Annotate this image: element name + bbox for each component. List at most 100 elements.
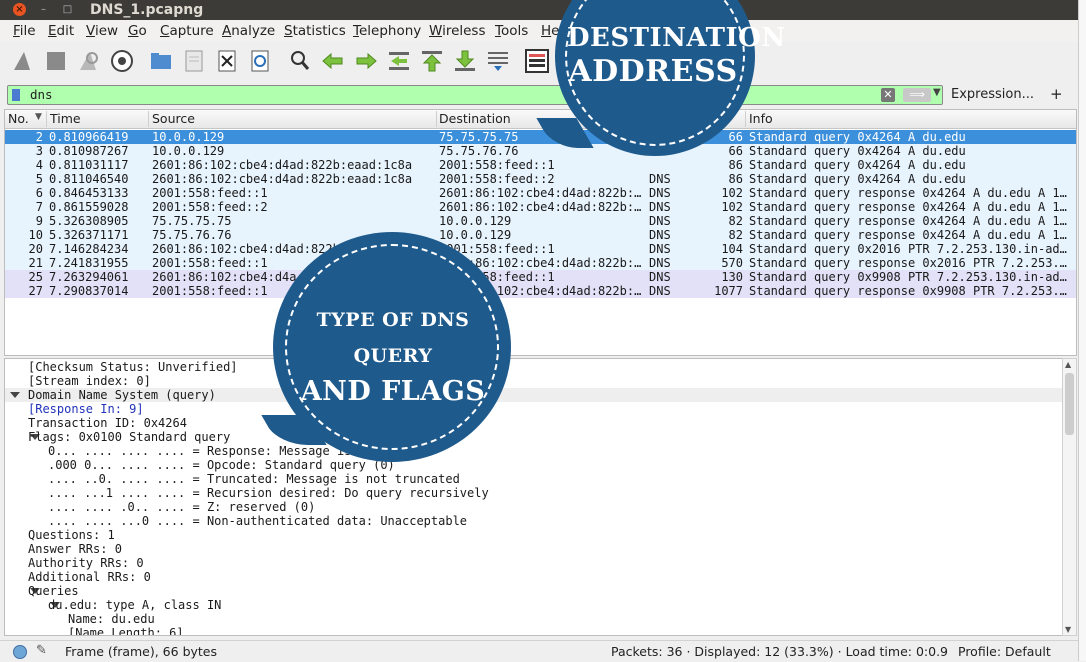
menu-go[interactable]: Go [128,23,147,39]
tree-item[interactable]: Transaction ID: 0x4264 [28,416,187,430]
expression-button[interactable]: Expression... [951,87,1034,102]
menu-view[interactable]: View [86,23,118,39]
status-frame-info: Frame (frame), 66 bytes [65,644,218,659]
packet-row[interactable]: 7 0.861559028 2001:558:feed::2 2601:86:102:… [5,200,1076,214]
packet-row[interactable]: 9 5.326308905 75.75.75.75 10.0.0.129 DNS 82 St… [5,214,1076,228]
tree-item[interactable]: Answer RRs: 0 [28,542,122,556]
window-maximize-button[interactable]: □ [61,3,74,16]
menu-tools[interactable]: Tools [495,23,528,39]
cell-info: Standard query response 0x4264 A du.edu … [749,200,1067,214]
menu-analyze[interactable]: Analyze [222,23,275,39]
window-close-button[interactable]: × [13,3,26,16]
cell-time: 0.861559028 [49,200,129,214]
cell-no: 21 [28,256,43,270]
tree-item[interactable]: [Checksum Status: Unverified] [28,360,238,374]
expert-info-icon[interactable] [13,645,27,659]
cell-proto: DNS [649,214,671,228]
cell-no: 25 [28,270,43,284]
callout-dns-line1: TYPE OF DNS QUERY [316,309,470,367]
restart-capture-icon[interactable] [76,48,102,74]
menu-statistics[interactable]: Statistics [284,23,346,39]
bookmark-icon[interactable] [12,89,20,101]
menu-edit[interactable]: Edit [48,23,74,39]
find-packet-icon[interactable] [287,48,313,74]
open-file-icon[interactable] [148,48,174,74]
tree-item[interactable]: [Stream index: 0] [28,374,151,388]
first-packet-icon[interactable] [419,48,445,74]
menu-capture[interactable]: Capture [160,23,214,39]
stop-capture-icon[interactable] [43,48,69,74]
cell-time: 7.241831955 [49,256,129,270]
cell-proto: DNS [649,256,671,270]
tree-item[interactable]: Queries [28,584,79,598]
go-forward-icon[interactable] [353,48,379,74]
close-file-icon[interactable] [214,48,240,74]
display-filter-input[interactable]: dns ✕ ⟹ ▼ [7,85,943,105]
tree-item[interactable]: .... ...1 .... .... = Recursion desired:… [48,486,489,500]
column-header-destination[interactable]: Destination [439,111,511,126]
cell-src: 2601:86:102:cbe4:d4ad:822b:eaad:1c8a [152,172,413,186]
cell-info: Standard query 0x9908 PTR 7.2.253.130.in… [749,270,1067,284]
capture-comment-icon[interactable]: ✎ [36,643,47,658]
cell-dst: 10.0.0.129 [439,214,512,228]
tree-item[interactable]: [Name Length: 6] [68,626,184,635]
packet-row[interactable]: 27 7.290837014 2001:558:feed::1 2601:86:102… [5,284,1076,298]
filter-dropdown-icon[interactable]: ▼ [933,87,941,98]
cell-time: 5.326308905 [49,214,129,228]
go-back-icon[interactable] [320,48,346,74]
cell-info: Standard query response 0x2016 PTR 7.2.2… [749,256,1067,270]
tree-item[interactable]: Flags: 0x0100 Standard query [28,430,230,444]
cell-time: 5.326371171 [49,228,129,242]
cell-time: 0.810987267 [49,144,129,158]
packet-row[interactable]: 20 7.146284234 2601:86:102:cbe4:d4ad:822b 2… [5,242,1076,256]
menu-wireless[interactable]: Wireless [429,23,486,39]
tree-item[interactable]: .... .... ...0 .... = Non-authenticated … [48,514,467,528]
go-to-packet-icon[interactable] [386,48,412,74]
shark-fin-start-icon[interactable] [10,48,36,74]
save-file-icon[interactable] [181,48,207,74]
menu-file[interactable]: File [13,23,36,39]
cell-proto: DNS [649,284,671,298]
details-scrollbar-thumb[interactable] [1065,373,1074,435]
tree-item[interactable]: du.edu: type A, class IN [48,598,221,612]
capture-options-icon[interactable] [109,48,135,74]
tree-item[interactable]: Questions: 1 [28,528,115,542]
cell-no: 2 [35,130,43,144]
tree-item[interactable]: Authority RRs: 0 [28,556,144,570]
menu-telephony[interactable]: Telephony [353,23,421,39]
tree-item[interactable]: .... .... .0.. .... = Z: reserved (0) [48,500,315,514]
packet-row[interactable]: 6 0.846453133 2001:558:feed::1 2601:86:102:… [5,186,1076,200]
cell-len: 102 [721,186,743,200]
packet-row[interactable]: 25 7.263294061 2601:86:102:cbe4:d4a 2001:55… [5,270,1076,284]
tree-item[interactable]: Name: du.edu [68,612,155,626]
tree-item[interactable]: Additional RRs: 0 [28,570,151,584]
packet-row[interactable]: 10 5.326371171 75.75.76.76 10.0.0.129 DNS 82 S… [5,228,1076,242]
window-minimize-button[interactable]: – [37,3,50,16]
cell-len: 102 [721,200,743,214]
cell-info: Standard query 0x4264 A du.edu [749,158,966,172]
apply-filter-icon[interactable]: ⟹ [903,88,931,102]
column-header-time[interactable]: Time [50,111,81,126]
tree-item[interactable]: [Response In: 9] [28,402,144,416]
clear-filter-icon[interactable]: ✕ [881,88,895,102]
status-bar: ✎ Frame (frame), 66 bytes Packets: 36 · … [0,640,1086,662]
cell-info: Standard query 0x4264 A du.edu [749,130,966,144]
tree-item[interactable]: .... ..0. .... .... = Truncated: Message… [48,472,460,486]
cell-src: 2601:86:102:cbe4:d4ad:822b:eaad:1c8a [152,158,413,172]
sort-desc-icon: ▼ [35,112,42,122]
status-profile[interactable]: Profile: Default [958,644,1051,659]
autoscroll-icon[interactable] [485,48,511,74]
packet-row[interactable]: 5 0.811046540 2601:86:102:cbe4:d4ad:822b:e… [5,172,1076,186]
column-header-source[interactable]: Source [152,111,195,126]
cell-info: Standard query response 0x4264 A du.edu … [749,214,1067,228]
cell-info: Standard query response 0x4264 A du.edu … [749,228,1067,242]
last-packet-icon[interactable] [452,48,478,74]
tree-item[interactable]: Domain Name System (query) [28,388,216,402]
expand-arrow-icon[interactable] [10,392,20,398]
add-filter-button[interactable]: + [1050,85,1063,103]
packet-row[interactable]: 21 7.241831955 2001:558:feed::1 2601:86:102… [5,256,1076,270]
details-scrollbar[interactable]: ▲ ▼ [1062,358,1077,636]
reload-file-icon[interactable] [247,48,273,74]
column-header-no[interactable]: No. [8,111,29,126]
display-filter-value[interactable]: dns [30,87,53,102]
